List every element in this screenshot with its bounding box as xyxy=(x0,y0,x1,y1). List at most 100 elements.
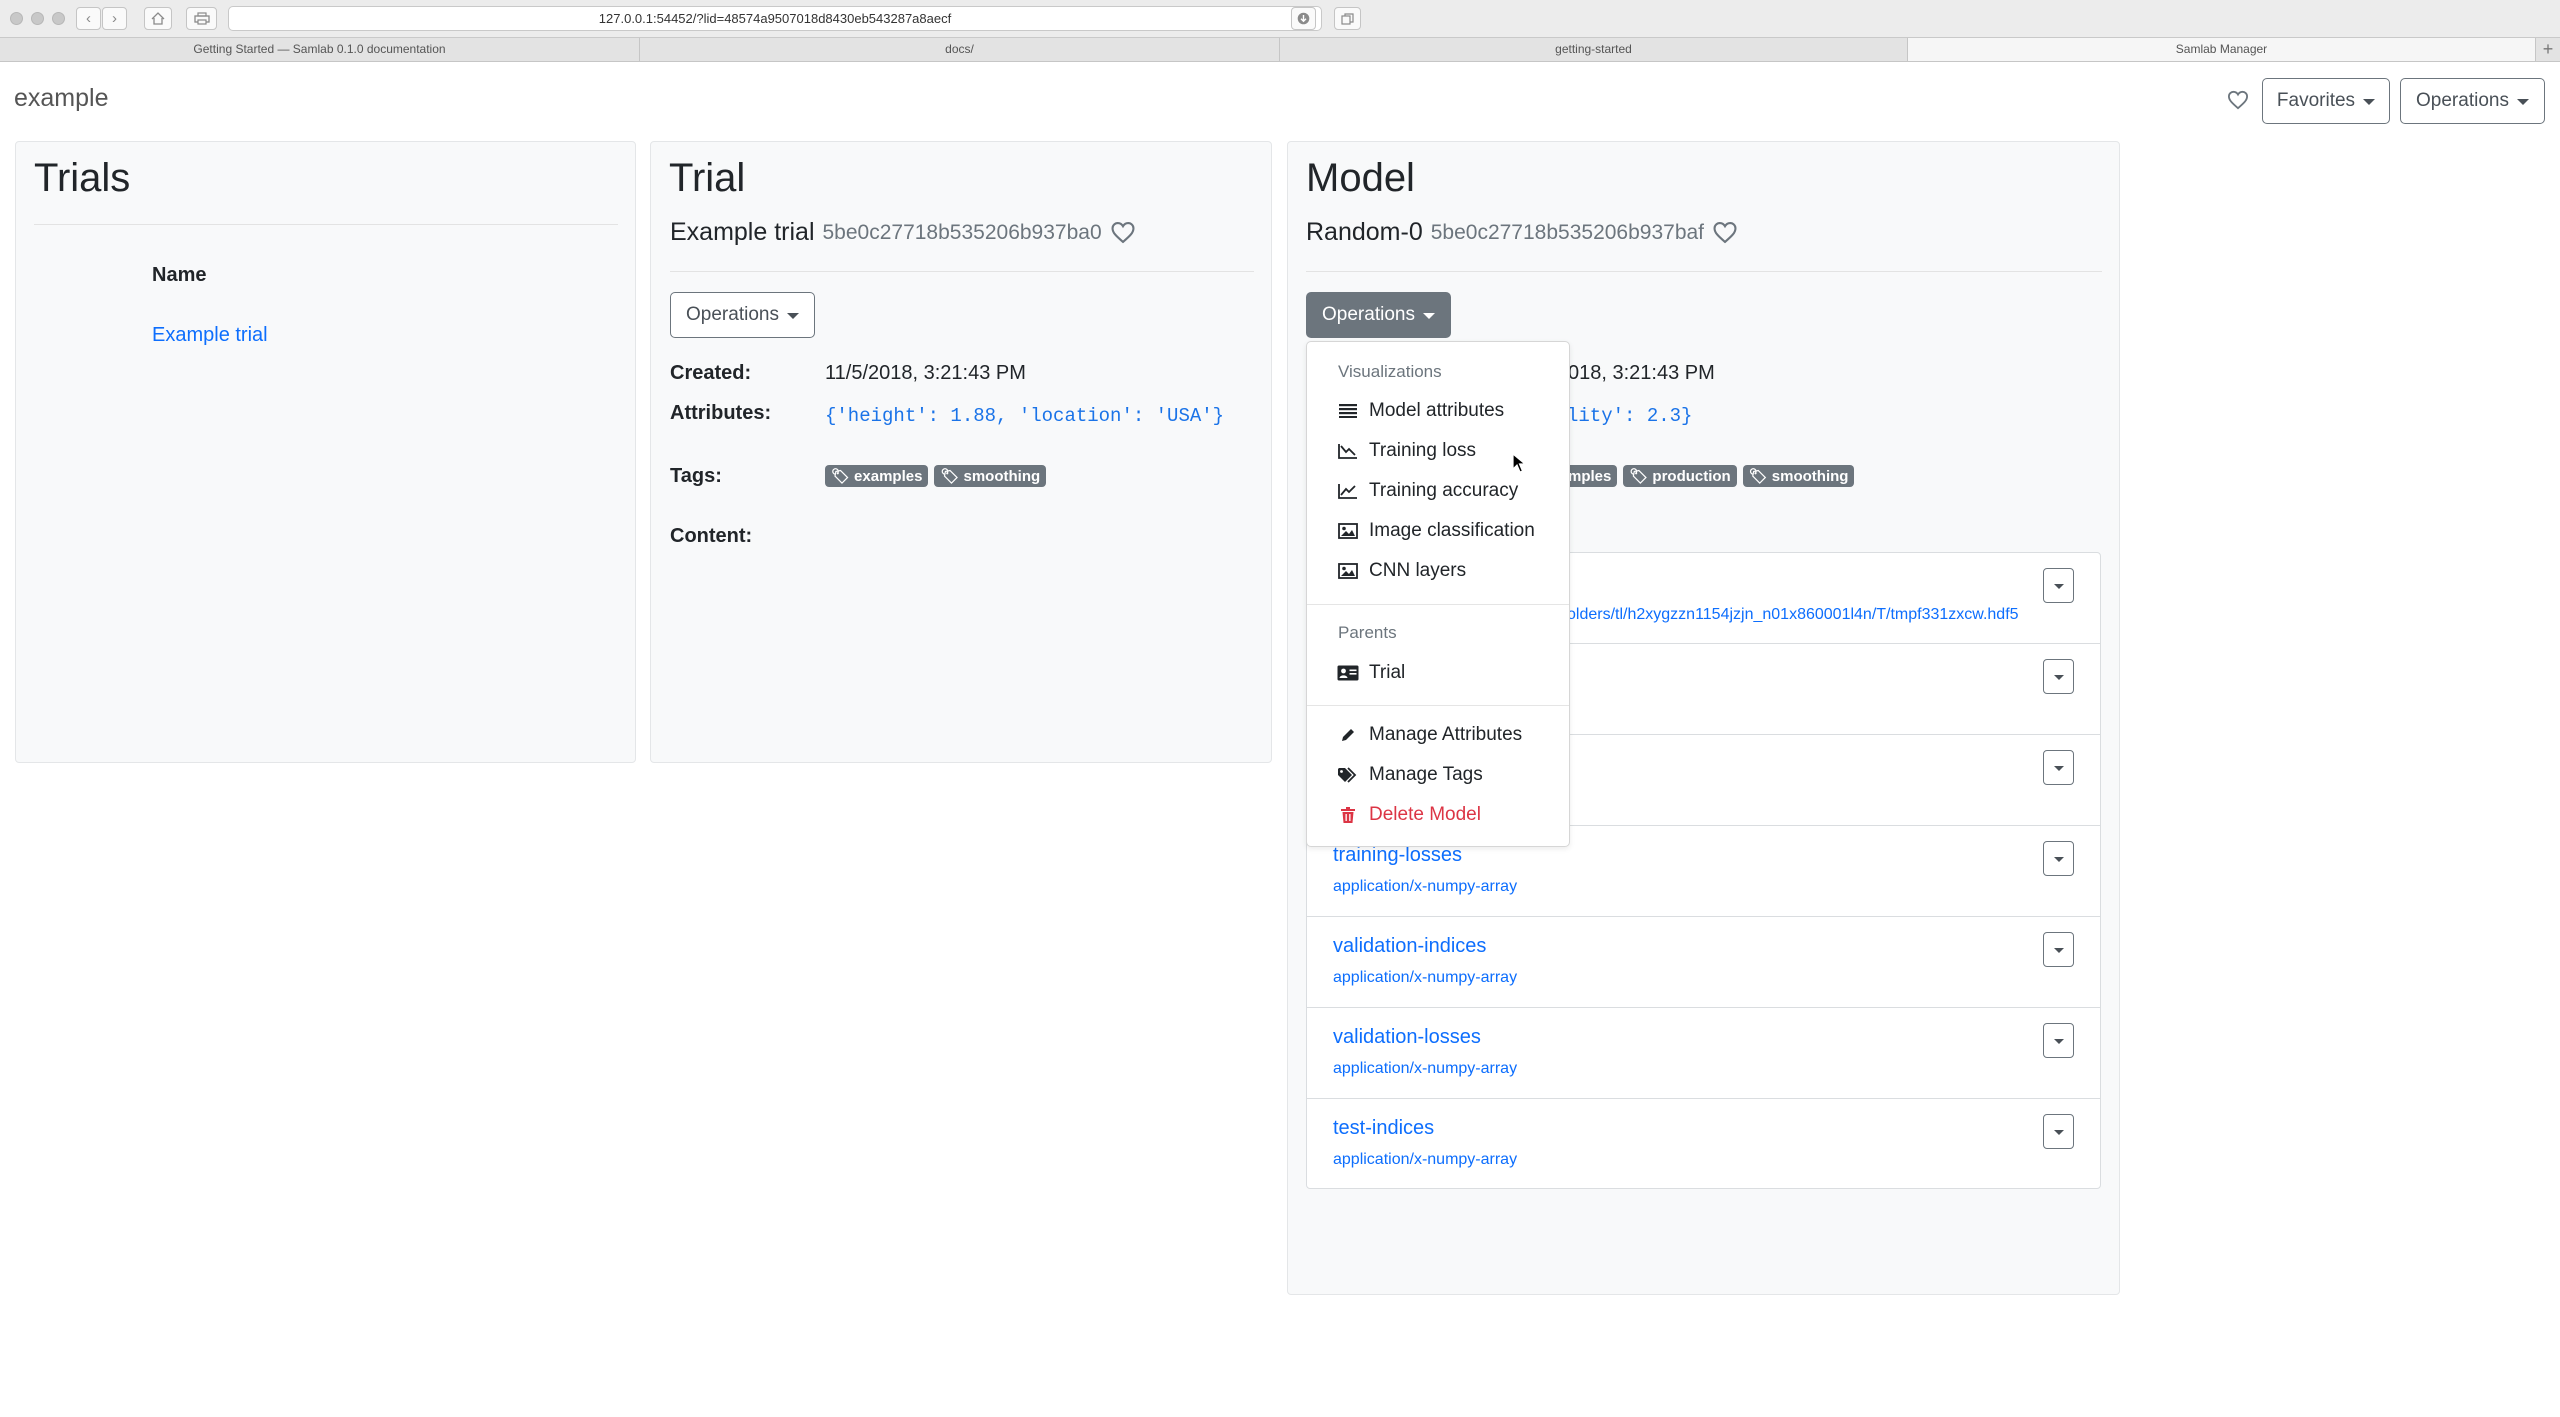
caret-down-icon xyxy=(2053,584,2064,589)
trial-id: 5be0c27718b535206b937ba0 xyxy=(822,220,1102,244)
file-path-link[interactable]: olders/tl/h2xygzzn1154jzjn_n01x860001l4n… xyxy=(1567,606,2019,624)
image-icon xyxy=(1338,563,1358,579)
file-type-link[interactable]: application/x-numpy-array xyxy=(1333,969,1517,987)
model-name: Random-0 xyxy=(1306,218,1423,246)
pencil-icon xyxy=(1342,729,1354,741)
tag-badge[interactable]: 🏷︎ smoothing xyxy=(1742,465,1855,487)
tag-badge[interactable]: 🏷︎ smoothing xyxy=(934,465,1047,487)
window-zoom-button[interactable] xyxy=(52,12,65,25)
divider xyxy=(34,224,618,225)
image-icon xyxy=(1338,523,1358,539)
model-id: 5be0c27718b535206b937baf xyxy=(1430,220,1705,244)
row-dropdown-toggle[interactable] xyxy=(2043,568,2074,603)
browser-toolbar: ‹ › 127.0.0.1:54452/?lid=48574a9507018d8… xyxy=(0,0,2560,38)
model-card-title: Model xyxy=(1306,156,1415,200)
favorite-heart-button[interactable] xyxy=(2227,90,2249,110)
trial-operations-dropdown-button[interactable]: Operations xyxy=(670,292,815,338)
menu-item-parent-trial[interactable]: Trial xyxy=(1337,662,1405,684)
trial-attributes-value[interactable]: {'height': 1.88, 'location': 'USA'} xyxy=(825,405,1224,427)
home-button[interactable] xyxy=(144,7,172,30)
file-name-link[interactable]: validation-indices xyxy=(1333,935,1486,958)
tag-badge[interactable]: 🏷︎ examples xyxy=(825,465,929,487)
list-icon xyxy=(1339,404,1357,418)
menu-item-cnn-layers[interactable]: CNN layers xyxy=(1337,560,1466,582)
tag-icon: 🏷︎ xyxy=(1748,468,1768,485)
file-type-link[interactable]: application/x-numpy-array xyxy=(1333,1151,1517,1169)
heart-icon[interactable] xyxy=(1712,221,1738,244)
row-dropdown-toggle[interactable] xyxy=(2043,750,2074,785)
download-button[interactable] xyxy=(1291,7,1316,30)
menu-item-manage-tags[interactable]: Manage Tags xyxy=(1337,764,1483,786)
chevron-left-icon: ‹ xyxy=(86,10,91,27)
address-bar[interactable]: 127.0.0.1:54452/?lid=48574a9507018d8430e… xyxy=(228,6,1322,31)
browser-tab-bar: Getting Started — Samlab 0.1.0 documenta… xyxy=(0,38,2560,62)
file-name-link[interactable]: validation-losses xyxy=(1333,1026,1481,1049)
trial-link[interactable]: Example trial xyxy=(152,324,268,347)
caret-down-icon xyxy=(2516,99,2529,105)
trial-name: Example trial xyxy=(670,218,815,246)
row-dropdown-toggle[interactable] xyxy=(2043,841,2074,876)
menu-divider xyxy=(1307,705,1569,706)
browser-tab-active[interactable]: Samlab Manager xyxy=(1908,38,2536,61)
trial-content-label: Content: xyxy=(670,525,753,547)
divider xyxy=(1306,271,2102,272)
forward-button[interactable]: › xyxy=(102,7,127,30)
menu-divider xyxy=(1307,604,1569,605)
back-button[interactable]: ‹ xyxy=(76,7,101,30)
row-dropdown-toggle[interactable] xyxy=(2043,1023,2074,1058)
home-icon xyxy=(151,12,165,25)
menu-item-delete-model[interactable]: Delete Model xyxy=(1337,804,1481,826)
caret-down-icon xyxy=(786,313,799,319)
trials-card-title: Trials xyxy=(34,156,131,200)
tag-icon: 🏷︎ xyxy=(1629,468,1649,485)
heart-icon xyxy=(2227,90,2249,110)
parents-header: Parents xyxy=(1338,623,1397,642)
heart-icon[interactable] xyxy=(1110,221,1136,244)
url-text: 127.0.0.1:54452/?lid=48574a9507018d8430e… xyxy=(598,11,952,26)
app-title: example xyxy=(14,84,109,112)
tabs-overview-button[interactable] xyxy=(1334,7,1361,30)
row-dropdown-toggle[interactable] xyxy=(2043,659,2074,694)
window-minimize-button[interactable] xyxy=(31,12,44,25)
trials-card: Trials Name Example trial xyxy=(15,141,636,763)
header-operations-dropdown-button[interactable]: Operations xyxy=(2400,78,2545,124)
model-tags: mples 🏷︎ production 🏷︎ smoothing xyxy=(1562,465,1855,487)
file-name-link[interactable]: test-indices xyxy=(1333,1117,1434,1140)
menu-item-image-classification[interactable]: Image classification xyxy=(1337,520,1535,542)
tag-badge[interactable]: 🏷︎ production xyxy=(1623,465,1737,487)
tabs-icon xyxy=(1341,12,1354,25)
window-close-button[interactable] xyxy=(10,12,23,25)
caret-down-icon xyxy=(2363,99,2376,105)
trial-card-title: Trial xyxy=(669,156,746,200)
new-tab-button[interactable]: + xyxy=(2536,38,2560,61)
trials-name-column-header: Name xyxy=(152,264,207,286)
model-operations-dropdown-button[interactable]: Operations xyxy=(1306,292,1451,338)
trial-tags-label: Tags: xyxy=(670,465,722,487)
file-type-link[interactable]: application/x-numpy-array xyxy=(1333,878,1517,896)
caret-down-icon xyxy=(2053,675,2064,680)
file-type-link[interactable]: application/x-numpy-array xyxy=(1333,1060,1517,1078)
menu-item-manage-attributes[interactable]: Manage Attributes xyxy=(1337,724,1522,746)
menu-item-model-attributes[interactable]: Model attributes xyxy=(1337,400,1504,422)
tag-badge[interactable]: mples xyxy=(1562,465,1618,487)
row-dropdown-toggle[interactable] xyxy=(2043,1114,2074,1149)
row-dropdown-toggle[interactable] xyxy=(2043,932,2074,967)
browser-tab[interactable]: Getting Started — Samlab 0.1.0 documenta… xyxy=(0,38,640,61)
model-attributes-value[interactable]: lity': 2.3} xyxy=(1567,405,1692,427)
plus-icon: + xyxy=(2542,39,2554,59)
favorites-dropdown-button[interactable]: Favorites xyxy=(2262,78,2390,124)
operations-label: Operations xyxy=(1322,304,1415,325)
print-button[interactable] xyxy=(186,7,217,30)
tag-icon: 🏷︎ xyxy=(831,468,851,485)
file-name-link[interactable]: training-losses xyxy=(1333,844,1462,867)
trial-attributes-label: Attributes: xyxy=(670,402,772,424)
divider xyxy=(670,271,1254,272)
menu-item-training-accuracy[interactable]: Training accuracy xyxy=(1337,480,1518,502)
trash-icon xyxy=(1341,807,1355,823)
model-subtitle: Random-0 5be0c27718b535206b937baf xyxy=(1306,218,1738,247)
visualizations-header: Visualizations xyxy=(1338,362,1442,381)
browser-tab[interactable]: getting-started xyxy=(1280,38,1908,61)
caret-down-icon xyxy=(2053,857,2064,862)
menu-item-training-loss[interactable]: Training loss xyxy=(1337,440,1476,462)
browser-tab[interactable]: docs/ xyxy=(640,38,1280,61)
